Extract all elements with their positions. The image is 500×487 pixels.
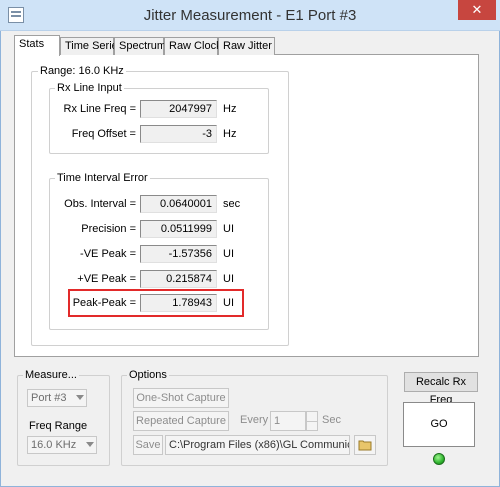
peak-peak-label: Peak-Peak = bbox=[72, 297, 136, 309]
port-select[interactable]: Port #3 bbox=[27, 389, 87, 407]
window-title: Jitter Measurement - E1 Port #3 bbox=[143, 7, 357, 24]
obs-interval-unit: sec bbox=[223, 198, 241, 210]
save-button[interactable]: Save bbox=[133, 435, 163, 455]
precision-label: Precision = bbox=[81, 223, 136, 235]
tab-raw-clock[interactable]: Raw Clock bbox=[164, 37, 222, 55]
tab-stats[interactable]: Stats bbox=[14, 35, 60, 56]
folder-icon bbox=[358, 440, 372, 451]
status-led bbox=[433, 453, 445, 465]
every-spinner[interactable] bbox=[306, 411, 318, 431]
peak-peak-unit: UI bbox=[223, 297, 234, 309]
browse-folder-button[interactable] bbox=[354, 435, 376, 455]
freq-offset-value: -3 bbox=[140, 125, 217, 143]
range-label: Range: 16.0 KHz bbox=[38, 65, 126, 78]
tab-time-series[interactable]: Time Series bbox=[60, 37, 123, 55]
freq-range-label: Freq Range bbox=[29, 420, 88, 432]
save-path-input[interactable]: C:\Program Files (x86)\GL Communications… bbox=[165, 435, 350, 455]
spin-down-icon[interactable] bbox=[307, 421, 317, 430]
measure-title: Measure... bbox=[23, 369, 79, 382]
time-interval-error-title: Time Interval Error bbox=[55, 172, 150, 185]
tab-raw-jitter[interactable]: Raw Jitter bbox=[218, 37, 275, 55]
freq-range-select-value: 16.0 KHz bbox=[31, 439, 77, 451]
negative-peak-value: -1.57356 bbox=[140, 245, 217, 263]
obs-interval-value: 0.0640001 bbox=[140, 195, 217, 213]
freq-offset-unit: Hz bbox=[223, 128, 237, 140]
rx-line-input-group bbox=[49, 88, 269, 154]
close-button[interactable]: ✕ bbox=[458, 0, 496, 20]
negative-peak-label: -VE Peak = bbox=[80, 248, 136, 260]
chevron-down-icon bbox=[86, 442, 94, 447]
rx-line-freq-unit: Hz bbox=[223, 103, 237, 115]
precision-value: 0.0511999 bbox=[140, 220, 217, 238]
precision-unit: UI bbox=[223, 223, 234, 235]
positive-peak-unit: UI bbox=[223, 273, 234, 285]
freq-offset-label: Freq Offset = bbox=[71, 128, 136, 140]
sec-label: Sec bbox=[322, 414, 341, 426]
rx-line-input-title: Rx Line Input bbox=[55, 82, 124, 95]
repeated-capture-button[interactable]: Repeated Capture bbox=[133, 411, 229, 431]
every-label: Every bbox=[240, 414, 269, 426]
options-title: Options bbox=[127, 369, 169, 382]
peak-peak-value: 1.78943 bbox=[140, 294, 217, 312]
freq-range-select[interactable]: 16.0 KHz bbox=[27, 436, 97, 454]
obs-interval-label: Obs. Interval = bbox=[64, 198, 136, 210]
recalc-rx-freq-button[interactable]: Recalc Rx Freq bbox=[404, 372, 478, 406]
tab-spectrum[interactable]: Spectrum bbox=[114, 37, 166, 55]
every-input[interactable]: 1 bbox=[270, 411, 306, 431]
positive-peak-value: 0.215874 bbox=[140, 270, 217, 288]
negative-peak-unit: UI bbox=[223, 248, 234, 260]
rx-line-freq-value: 2047997 bbox=[140, 100, 217, 118]
one-shot-capture-button[interactable]: One-Shot Capture bbox=[133, 388, 229, 408]
chevron-down-icon bbox=[76, 395, 84, 400]
rx-line-freq-label: Rx Line Freq = bbox=[63, 103, 136, 115]
go-button[interactable]: GO bbox=[403, 402, 475, 447]
positive-peak-label: +VE Peak = bbox=[77, 273, 136, 285]
port-select-value: Port #3 bbox=[31, 392, 67, 404]
